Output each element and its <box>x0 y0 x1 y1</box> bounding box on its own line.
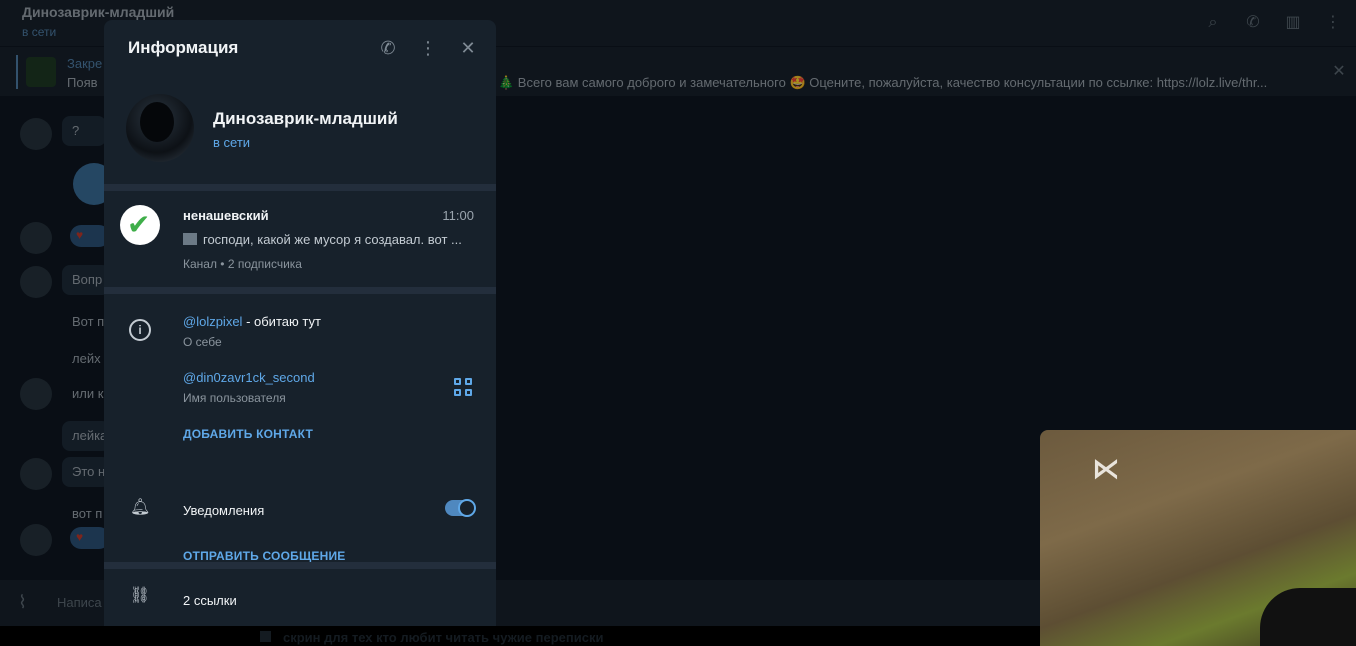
panel-title: Информация <box>128 38 239 57</box>
channel-time: 11:00 <box>442 208 474 223</box>
bell-icon: 🔔︎ <box>130 499 151 516</box>
send-message-button[interactable]: ОТПРАВИТЬ СООБЩЕНИЕ <box>183 549 345 563</box>
bio-text: - обитаю тут <box>242 314 321 329</box>
bio-caption: О себе <box>183 335 222 349</box>
bio-link[interactable]: @lolzpixel <box>183 314 242 329</box>
add-contact-button[interactable]: ДОБАВИТЬ КОНТАКТ <box>183 427 313 441</box>
notifications-label: Уведомления <box>183 503 265 518</box>
links-label: 2 ссылки <box>183 593 237 608</box>
video-shadow <box>1260 588 1356 646</box>
more-icon[interactable]: ⋮ <box>416 36 440 60</box>
checkmark-icon: ✔ <box>127 209 151 240</box>
qr-code-icon[interactable] <box>454 378 472 396</box>
telegram-app: Динозаврик-младший в сети ⌕ ✆ ▥ ⋮ Закре … <box>0 0 1356 646</box>
user-info-panel: Информация ✆ ⋮ ✕ Динозаврик-младший в се… <box>104 20 496 626</box>
notifications-toggle[interactable] <box>445 499 476 517</box>
channel-avatar: ✔ <box>120 205 160 245</box>
image-icon <box>183 233 197 245</box>
section-divider <box>104 287 496 294</box>
channel-preview: господи, какой же мусор я создавал. вот … <box>183 232 478 247</box>
section-divider <box>104 562 496 569</box>
username[interactable]: @din0zavr1ck_second <box>183 370 315 385</box>
profile-section: Динозаврик-младший в сети <box>104 76 496 184</box>
links-row[interactable]: ⛓︎ 2 ссылки <box>104 569 496 626</box>
video-logo-icon: ⋉ <box>1092 453 1120 484</box>
section-divider <box>104 184 496 191</box>
video-overlay[interactable]: ⋉ <box>1040 430 1356 646</box>
personal-channel[interactable]: ✔ ненашевский 11:00 господи, какой же му… <box>104 191 496 287</box>
channel-preview-text: господи, какой же мусор я создавал. вот … <box>203 232 462 247</box>
profile-name: Динозаврик-младший <box>213 109 398 128</box>
panel-header: Информация ✆ ⋮ ✕ <box>104 20 496 76</box>
info-icon: i <box>129 319 151 341</box>
phone-icon[interactable]: ✆ <box>376 36 400 60</box>
toggle-knob <box>458 499 476 517</box>
info-section: i @lolzpixel - обитаю тут О себе @din0za… <box>104 294 496 563</box>
close-icon[interactable]: ✕ <box>456 36 480 60</box>
channel-name: ненашевский <box>183 208 269 223</box>
link-icon: ⛓︎ <box>129 587 151 604</box>
bio: @lolzpixel - обитаю тут <box>183 314 321 329</box>
profile-avatar[interactable] <box>126 94 194 162</box>
profile-status: в сети <box>213 135 251 150</box>
username-caption: Имя пользователя <box>183 391 286 405</box>
channel-meta: Канал • 2 подписчика <box>183 257 302 271</box>
